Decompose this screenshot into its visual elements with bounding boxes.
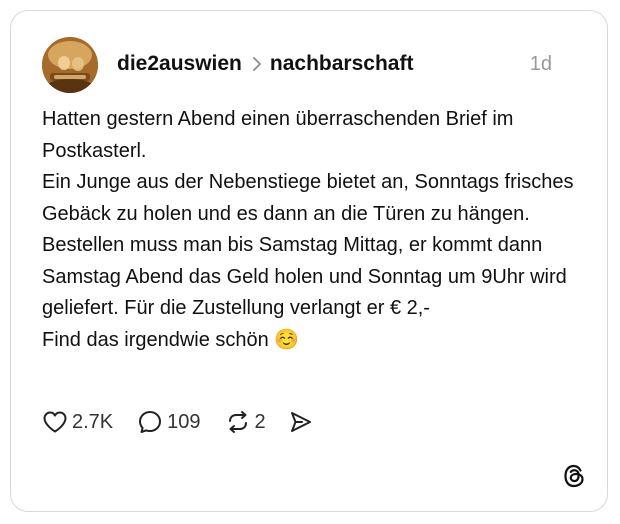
post-text-line: Ein Junge aus der Nebenstiege bietet an,… [42, 171, 574, 319]
post-timestamp: 1d [529, 53, 552, 75]
author-name[interactable]: die2auswien [117, 52, 242, 76]
repost-icon [225, 409, 251, 435]
speech-bubble-icon [137, 409, 163, 435]
post-text-line: Find das irgendwie schön ☺️ [42, 328, 300, 351]
repost-button[interactable]: 2 [225, 409, 266, 435]
like-button[interactable]: 2.7K [42, 410, 113, 434]
share-button[interactable] [288, 409, 314, 435]
chevron-right-icon [252, 56, 262, 72]
send-icon [288, 409, 314, 435]
avatar-image [42, 37, 98, 93]
repost-count: 2 [254, 410, 266, 433]
reply-button[interactable]: 109 [137, 409, 201, 435]
threads-logo-icon [561, 463, 587, 489]
community-name[interactable]: nachbarschaft [270, 52, 414, 76]
reply-count: 109 [167, 410, 201, 433]
post-header: die2auswien nachbarschaft [117, 49, 413, 79]
like-count: 2.7K [72, 410, 114, 433]
action-bar: 2.7K 109 2 [42, 407, 314, 437]
post-card: die2auswien nachbarschaft 1d Hatten gest… [10, 10, 608, 512]
post-text-line: Hatten gestern Abend einen überraschende… [42, 108, 514, 162]
avatar[interactable] [42, 37, 98, 93]
heart-icon [42, 410, 68, 434]
post-body: Hatten gestern Abend einen überraschende… [42, 104, 582, 356]
